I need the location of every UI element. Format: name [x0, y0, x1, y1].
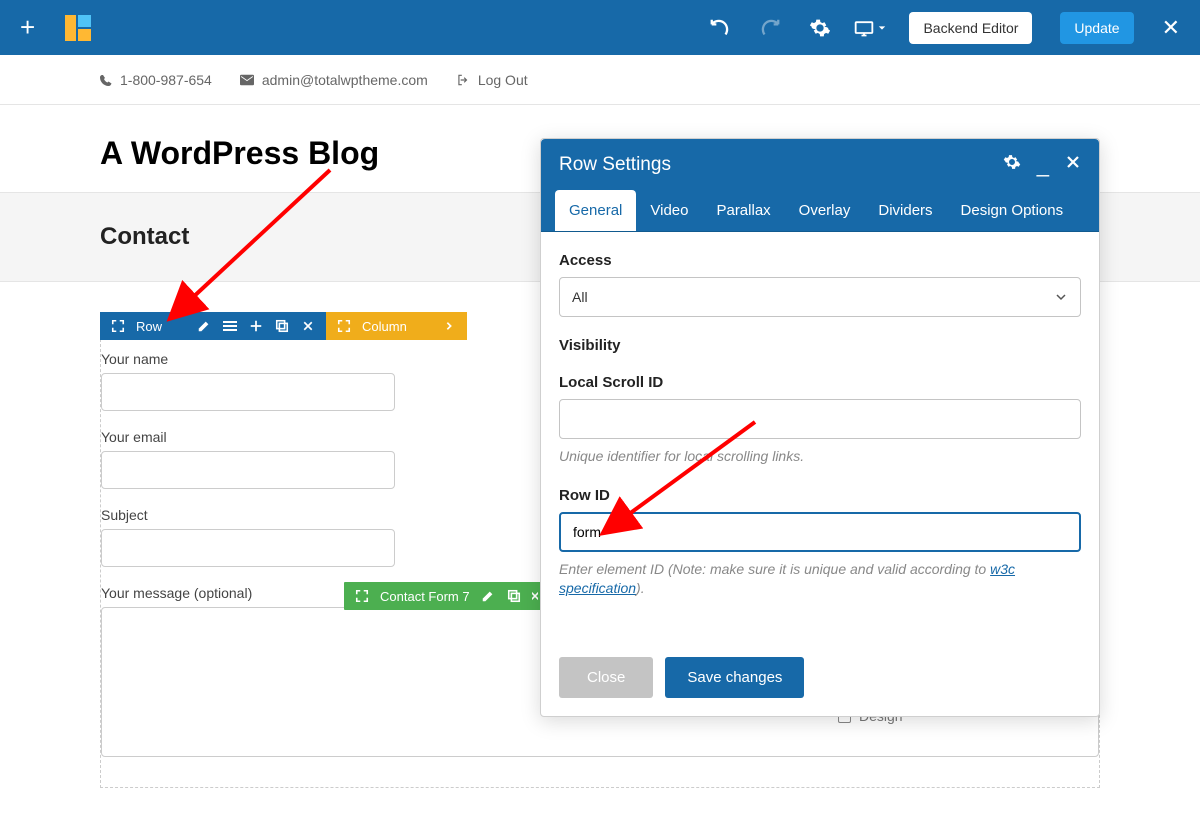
modal-footer: Close Save changes: [541, 639, 1099, 716]
update-button[interactable]: Update: [1060, 12, 1133, 44]
modal-header[interactable]: Row Settings _: [541, 139, 1099, 190]
add-element-icon[interactable]: +: [20, 12, 35, 43]
toolbar-left: +: [20, 12, 91, 43]
phone-text: 1-800-987-654: [120, 72, 212, 88]
local-scroll-id-input[interactable]: [559, 399, 1081, 439]
undo-icon[interactable]: [709, 17, 731, 39]
access-value: All: [572, 289, 588, 305]
logo-icon[interactable]: [65, 15, 91, 41]
edit-icon[interactable]: [196, 318, 212, 334]
modal-tabs: General Video Parallax Overlay Dividers …: [541, 190, 1099, 232]
responsive-icon[interactable]: [859, 17, 881, 39]
contact-form-7-badge[interactable]: Contact Form 7: [344, 582, 548, 610]
visibility-label: Visibility: [559, 337, 1081, 354]
columns-icon[interactable]: [222, 318, 238, 334]
tab-parallax[interactable]: Parallax: [702, 190, 784, 231]
toolbar-right: Backend Editor Update ✕: [709, 12, 1180, 44]
row-toolbar-main[interactable]: Row: [100, 312, 326, 340]
plus-icon[interactable]: [248, 318, 264, 334]
tab-dividers[interactable]: Dividers: [864, 190, 946, 231]
save-changes-button[interactable]: Save changes: [665, 657, 804, 698]
tab-overlay[interactable]: Overlay: [785, 190, 865, 231]
logout-text: Log Out: [478, 72, 528, 88]
modal-title: Row Settings: [559, 154, 671, 176]
scroll-help-text: Unique identifier for local scrolling li…: [559, 447, 1081, 467]
clone-icon[interactable]: [274, 318, 290, 334]
tab-video[interactable]: Video: [636, 190, 702, 231]
email-item: admin@totalwptheme.com: [240, 72, 428, 88]
backend-editor-button[interactable]: Backend Editor: [909, 12, 1032, 44]
expand-icon[interactable]: [336, 318, 352, 334]
clone-icon[interactable]: [506, 588, 522, 604]
close-editor-icon[interactable]: ✕: [1162, 15, 1180, 41]
tab-design-options[interactable]: Design Options: [947, 190, 1078, 231]
expand-icon[interactable]: [354, 588, 370, 604]
minimize-icon[interactable]: _: [1037, 160, 1049, 170]
subject-input[interactable]: [101, 529, 395, 567]
modal-body: Access All Visibility Local Scroll ID Un…: [541, 232, 1099, 639]
gear-icon[interactable]: [809, 17, 831, 39]
tab-general[interactable]: General: [555, 190, 636, 231]
access-select[interactable]: All: [559, 277, 1081, 317]
email-text: admin@totalwptheme.com: [262, 72, 428, 88]
top-toolbar: + Backend Editor Update ✕: [0, 0, 1200, 55]
close-button[interactable]: Close: [559, 657, 653, 698]
delete-icon[interactable]: [300, 318, 316, 334]
chevron-down-icon: [1054, 292, 1068, 302]
expand-icon[interactable]: [110, 318, 126, 334]
info-bar: 1-800-987-654 admin@totalwptheme.com Log…: [0, 55, 1200, 105]
close-icon[interactable]: [1065, 154, 1081, 175]
row-label: Row: [136, 319, 162, 334]
column-toolbar[interactable]: Column: [326, 312, 467, 340]
gear-icon[interactable]: [1003, 153, 1021, 176]
row-id-help-text: Enter element ID (Note: make sure it is …: [559, 560, 1081, 599]
column-label: Column: [362, 319, 407, 334]
chevron-right-icon[interactable]: [441, 318, 457, 334]
redo-icon[interactable]: [759, 17, 781, 39]
edit-icon[interactable]: [480, 588, 496, 604]
row-id-label: Row ID: [559, 487, 1081, 504]
phone-item: 1-800-987-654: [100, 72, 212, 88]
logout-item[interactable]: Log Out: [456, 72, 528, 88]
your-name-input[interactable]: [101, 373, 395, 411]
local-scroll-id-label: Local Scroll ID: [559, 374, 1081, 391]
row-id-input[interactable]: [559, 512, 1081, 552]
cf7-label: Contact Form 7: [380, 589, 470, 604]
delete-icon[interactable]: [532, 588, 538, 604]
row-settings-modal: Row Settings _ General Video Parallax Ov…: [540, 138, 1100, 717]
your-email-input[interactable]: [101, 451, 395, 489]
access-label: Access: [559, 252, 1081, 269]
